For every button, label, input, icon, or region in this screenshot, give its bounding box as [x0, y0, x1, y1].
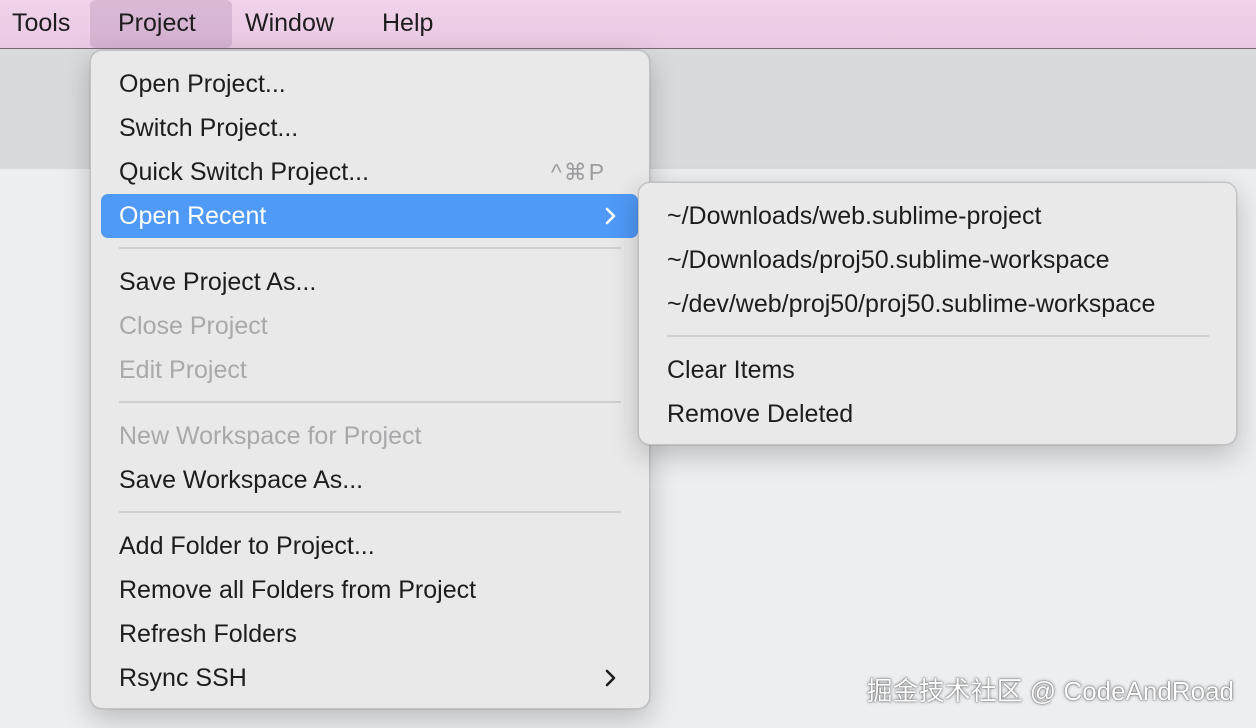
recent-item-proj50-downloads[interactable]: ~/Downloads/proj50.sublime-workspace [649, 238, 1226, 282]
menu-item-label: Close Project [119, 312, 268, 340]
menu-item-label: Rsync SSH [119, 664, 247, 692]
menu-item-label: Edit Project [119, 356, 247, 384]
menu-item-remove-deleted[interactable]: Remove Deleted [649, 392, 1226, 436]
menubar-item-help[interactable]: Help [382, 0, 433, 48]
open-recent-submenu: ~/Downloads/web.sublime-project ~/Downlo… [638, 182, 1237, 445]
menu-item-label: Quick Switch Project... [119, 158, 370, 186]
menu-item-quick-switch-project[interactable]: Quick Switch Project... ^⌘P [101, 150, 639, 194]
menu-item-switch-project[interactable]: Switch Project... [101, 106, 639, 150]
menu-item-label: ~/Downloads/web.sublime-project [667, 202, 1042, 230]
menu-item-label: New Workspace for Project [119, 422, 422, 450]
chevron-right-icon [604, 194, 618, 253]
menu-item-rsync-ssh[interactable]: Rsync SSH [101, 656, 639, 700]
menubar-item-project-label: Project [118, 9, 196, 37]
project-menu: Open Project... Switch Project... Quick … [90, 50, 650, 709]
menu-item-new-workspace-for-project: New Workspace for Project [101, 414, 639, 458]
menu-item-open-recent[interactable]: Open Recent [101, 194, 638, 238]
menu-item-label: Switch Project... [119, 114, 299, 142]
recent-item-web-project[interactable]: ~/Downloads/web.sublime-project [649, 194, 1226, 238]
menu-separator [667, 335, 1209, 337]
menubar-item-tools[interactable]: Tools [12, 0, 70, 48]
watermark: 掘金技术社区 @ CodeAndRoad [866, 676, 1234, 706]
menu-item-add-folder-to-project[interactable]: Add Folder to Project... [101, 524, 639, 568]
menu-item-save-project-as[interactable]: Save Project As... [101, 260, 639, 304]
menu-item-label: Save Workspace As... [119, 466, 364, 494]
menu-separator [119, 401, 621, 403]
menu-item-label: Open Recent [119, 202, 267, 230]
chevron-right-icon [604, 656, 618, 715]
menu-item-clear-items[interactable]: Clear Items [649, 348, 1226, 392]
menubar-item-project[interactable]: Project [90, 0, 232, 48]
menu-item-label: Save Project As... [119, 268, 317, 296]
menu-separator [119, 247, 621, 249]
menu-item-label: Add Folder to Project... [119, 532, 375, 560]
menu-item-edit-project: Edit Project [101, 348, 639, 392]
menu-item-label: Clear Items [667, 356, 795, 384]
menu-item-close-project: Close Project [101, 304, 639, 348]
menu-item-label: Refresh Folders [119, 620, 297, 648]
menubar-item-window[interactable]: Window [245, 0, 334, 48]
menu-bar: Tools Project Window Help [0, 0, 1256, 49]
menu-item-save-workspace-as[interactable]: Save Workspace As... [101, 458, 639, 502]
menu-item-refresh-folders[interactable]: Refresh Folders [101, 612, 639, 656]
recent-item-proj50-dev[interactable]: ~/dev/web/proj50/proj50.sublime-workspac… [649, 282, 1226, 326]
menu-item-remove-all-folders[interactable]: Remove all Folders from Project [101, 568, 639, 612]
menu-item-label: ~/dev/web/proj50/proj50.sublime-workspac… [667, 290, 1156, 318]
shortcut-label: ^⌘P [551, 159, 607, 185]
menu-item-open-project[interactable]: Open Project... [101, 62, 639, 106]
menu-item-label: Remove all Folders from Project [119, 576, 477, 604]
menu-item-label: Open Project... [119, 70, 286, 98]
menu-separator [119, 511, 621, 513]
menu-item-label: ~/Downloads/proj50.sublime-workspace [667, 246, 1110, 274]
menu-item-label: Remove Deleted [667, 400, 854, 428]
